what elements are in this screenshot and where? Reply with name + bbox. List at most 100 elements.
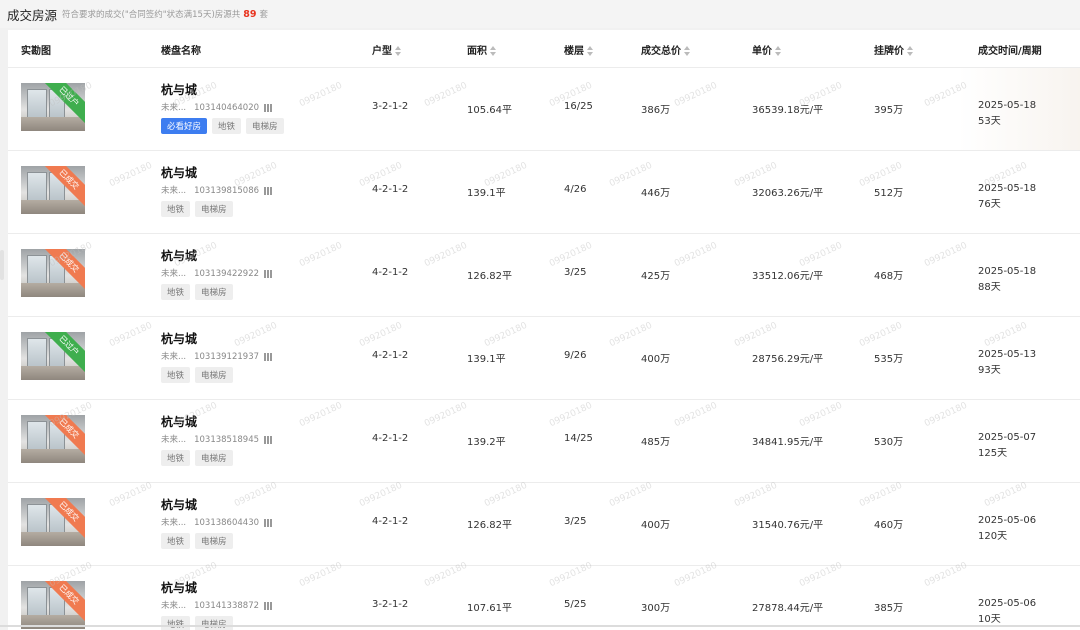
list-price-value: 535万 [874,354,904,365]
sort-icon[interactable] [684,46,691,56]
area-value: 126.82平 [467,271,512,282]
floor-value: 3/25 [564,267,587,278]
layout-value: 3-2-1-2 [372,599,409,610]
tag-list: 地铁电梯房 [161,533,238,549]
layout-value: 3-2-1-2 [372,101,409,112]
floor-value: 3/25 [564,516,587,527]
area-value: 139.2平 [467,437,506,448]
unit-price-value: 31540.76元/平 [752,520,824,531]
sort-icon[interactable] [775,46,782,56]
feature-tag: 地铁 [161,284,191,300]
table-header: 实勘图 楼盘名称 户型 面积 楼层 成交总价 单价 挂牌价 成交时间/周期 [8,30,1080,68]
layout-value: 4-2-1-2 [372,516,409,527]
collapse-handle[interactable] [0,250,4,280]
col-floor[interactable]: 楼层 [564,42,594,57]
qr-code-icon[interactable] [264,103,273,112]
photo-window [27,504,47,534]
list-price-value: 468万 [874,271,904,282]
photo-floor [21,117,85,131]
property-id: 103138518945 [194,435,260,445]
property-photo[interactable]: 已成交 [21,498,85,546]
col-area[interactable]: 面积 [467,42,497,57]
feature-tag: 地铁 [161,533,191,549]
property-id: 103139815086 [194,186,260,196]
col-list-price-label: 挂牌价 [874,46,904,57]
table-row[interactable]: 已成交 杭与城 未来... 103139815086 地铁 电梯房 4-2-1-2 … [8,150,1080,234]
deal-date: 2025-05-06 [978,598,1037,609]
qr-code-icon[interactable] [264,269,273,278]
deal-cycle: 53天 [978,116,1001,127]
qr-code-icon[interactable] [264,518,273,527]
total-price-value: 485万 [641,437,671,448]
qr-code-icon[interactable] [264,186,273,195]
deal-cycle: 125天 [978,448,1008,459]
unit-price-value: 36539.18元/平 [752,105,824,116]
table-row[interactable]: 已成交 杭与城 未来... 103138518945 地铁 电梯房 4-2-1-2 … [8,399,1080,483]
qr-code-icon[interactable] [264,435,273,444]
area-value: 126.82平 [467,520,512,531]
property-photo[interactable]: 已过户 [21,83,85,131]
property-photo[interactable]: 已过户 [21,332,85,380]
property-name[interactable]: 杭与城 [161,413,197,430]
table-row[interactable]: 已成交 杭与城 未来...103141338872 地铁电梯房 3-2-1-2 … [8,565,1080,630]
deal-time-cell: 2025-05-18 88天 [978,264,1036,296]
layout-value: 4-2-1-2 [372,267,409,278]
table-row[interactable]: 已过户 杭与城 未来... 103139121937 地铁 电梯房 4-2-1-2 … [8,316,1080,400]
sort-icon[interactable] [907,46,914,56]
property-photo[interactable]: 已成交 [21,581,85,629]
deal-cycle: 88天 [978,282,1001,293]
section-header: 成交房源 符合要求的成交("合同签约"状态满15天)房源共 89 套 [0,0,1080,28]
tag-list: 地铁电梯房 [161,201,238,217]
unit-price-value: 34841.95元/平 [752,437,824,448]
property-photo[interactable]: 已成交 [21,249,85,297]
property-name[interactable]: 杭与城 [161,330,197,347]
property-prefix: 未来... [161,352,187,362]
table-row[interactable]: 已成交 杭与城 未来... 103138604430 地铁 电梯房 4-2-1-2 … [8,482,1080,566]
col-total[interactable]: 成交总价 [641,42,691,57]
qr-code-icon[interactable] [264,352,273,361]
floor-value: 4/26 [564,184,587,195]
property-id: 103139422922 [194,269,260,279]
col-layout[interactable]: 户型 [372,42,402,57]
sort-icon[interactable] [490,46,497,56]
photo-floor [21,532,85,546]
property-photo[interactable]: 已成交 [21,166,85,214]
property-name[interactable]: 杭与城 [161,247,197,264]
floor-value: 16/25 [564,101,593,112]
tag-list: 必看好房 地铁 电梯房 [161,118,289,134]
floor-value: 14/25 [564,433,593,444]
feature-tag: 电梯房 [195,616,233,630]
col-photo: 实勘图 [21,46,51,57]
property-name[interactable]: 杭与城 [161,496,197,513]
col-floor-label: 楼层 [564,46,584,57]
feature-tag: 地铁 [161,616,191,630]
table-row[interactable]: 已成交 杭与城 未来... 103139422922 地铁 电梯房 4-2-1-2 … [8,233,1080,317]
deal-time-cell: 2025-05-13 93天 [978,347,1036,379]
property-name[interactable]: 杭与城 [161,579,197,596]
property-subline: 未来... 103139815086 [161,184,273,196]
property-id: 103141338872 [194,601,260,611]
deal-cycle: 93天 [978,365,1001,376]
col-list-price[interactable]: 挂牌价 [874,42,914,57]
qr-code-icon[interactable] [264,601,273,610]
property-subline: 未来... 103141338872 [161,599,273,611]
deal-time-cell: 2025-05-06 10天 [978,596,1036,628]
table-row[interactable]: 已过户 杭与城 未来... 103140464020 必看好房 地铁 电梯房 3-2-… [8,67,1080,151]
total-price-value: 425万 [641,271,671,282]
sort-icon[interactable] [395,46,402,56]
feature-tag: 电梯房 [246,118,284,134]
property-prefix: 未来... [161,269,187,279]
feature-tag: 电梯房 [195,201,233,217]
photo-floor [21,366,85,380]
col-layout-label: 户型 [372,46,392,57]
property-name[interactable]: 杭与城 [161,81,197,98]
col-unit-price[interactable]: 单价 [752,42,782,57]
list-price-value: 512万 [874,188,904,199]
floor-value: 9/26 [564,350,587,361]
sort-icon[interactable] [587,46,594,56]
property-name[interactable]: 杭与城 [161,164,197,181]
unit-price-value: 33512.06元/平 [752,271,824,282]
property-photo[interactable]: 已成交 [21,415,85,463]
property-subline: 未来... 103138604430 [161,516,273,528]
area-value: 107.61平 [467,603,512,614]
